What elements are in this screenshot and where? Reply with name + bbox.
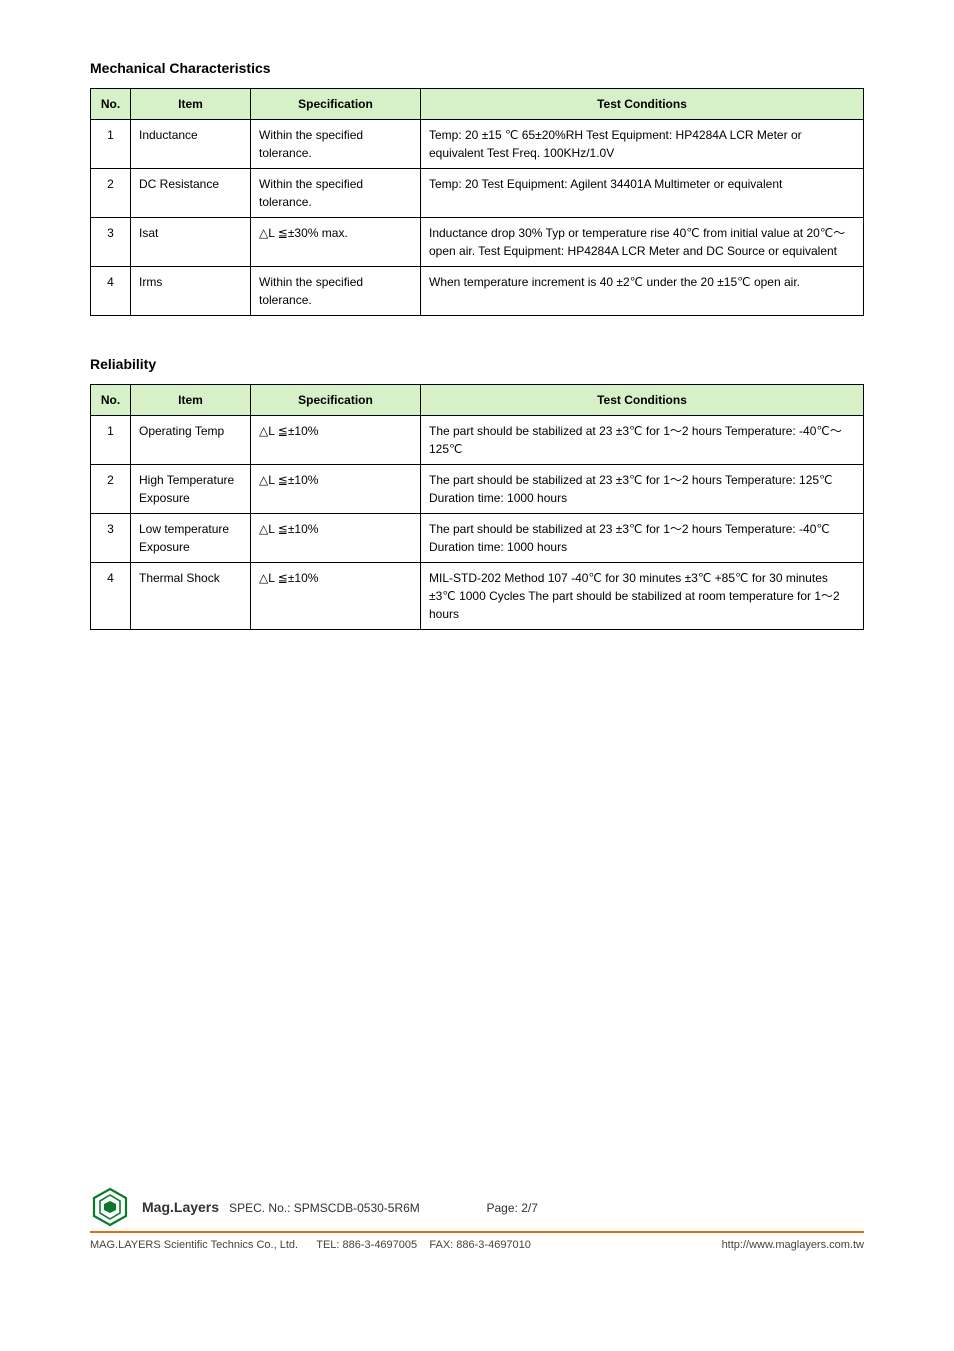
col-cond: Test Conditions — [421, 89, 864, 120]
table-row: 1 Operating Temp △L ≦±10% The part shoul… — [91, 416, 864, 465]
cell-no: 1 — [91, 416, 131, 465]
cell-no: 2 — [91, 169, 131, 218]
footer-logo-row: Mag.Layers SPEC. No.: SPMSCDB-0530-5R6M … — [90, 1187, 864, 1227]
cell-spec: △L ≦±10% — [251, 563, 421, 630]
cell-no: 2 — [91, 465, 131, 514]
col-no: No. — [91, 385, 131, 416]
cell-spec: Within the specified tolerance. — [251, 169, 421, 218]
cell-item: High Temperature Exposure — [131, 465, 251, 514]
table-row: 3 Isat △L ≦±30% max. Inductance drop 30%… — [91, 218, 864, 267]
cell-item: Irms — [131, 267, 251, 316]
cell-cond: MIL-STD-202 Method 107 -40℃ for 30 minut… — [421, 563, 864, 630]
page-label: Page: — [487, 1201, 518, 1215]
cell-item: Isat — [131, 218, 251, 267]
table-header-row: No. Item Specification Test Conditions — [91, 385, 864, 416]
spec-no-label: SPEC. No.: — [229, 1201, 290, 1215]
spec-no-value: SPMSCDB-0530-5R6M — [294, 1201, 420, 1215]
col-item: Item — [131, 89, 251, 120]
table-row: 3 Low temperature Exposure △L ≦±10% The … — [91, 514, 864, 563]
footer-text-block: Mag.Layers SPEC. No.: SPMSCDB-0530-5R6M … — [142, 1199, 538, 1215]
mechanical-table: No. Item Specification Test Conditions 1… — [90, 88, 864, 316]
table-row: 2 High Temperature Exposure △L ≦±10% The… — [91, 465, 864, 514]
brand-logo-icon — [90, 1187, 130, 1227]
cell-cond: The part should be stabilized at 23 ±3℃ … — [421, 465, 864, 514]
reliability-section: Reliability No. Item Specification Test … — [90, 356, 864, 630]
col-cond: Test Conditions — [421, 385, 864, 416]
table-row: 2 DC Resistance Within the specified tol… — [91, 169, 864, 218]
cell-no: 3 — [91, 218, 131, 267]
mechanical-section: Mechanical Characteristics No. Item Spec… — [90, 60, 864, 316]
cell-item: Low temperature Exposure — [131, 514, 251, 563]
cell-item: Thermal Shock — [131, 563, 251, 630]
cell-no: 4 — [91, 563, 131, 630]
page-value: 2/7 — [521, 1201, 538, 1215]
cell-spec: △L ≦±30% max. — [251, 218, 421, 267]
cell-item: DC Resistance — [131, 169, 251, 218]
footer: Mag.Layers SPEC. No.: SPMSCDB-0530-5R6M … — [90, 1187, 864, 1251]
reliability-table: No. Item Specification Test Conditions 1… — [90, 384, 864, 630]
website-url: http://www.maglayers.com.tw — [722, 1239, 864, 1251]
col-spec: Specification — [251, 385, 421, 416]
cell-item: Inductance — [131, 120, 251, 169]
cell-no: 1 — [91, 120, 131, 169]
tel-value: 886-3-4697005 — [343, 1239, 418, 1251]
table-row: 1 Inductance Within the specified tolera… — [91, 120, 864, 169]
brand-name: Mag.Layers — [142, 1199, 219, 1215]
fax-label: FAX: — [429, 1239, 453, 1251]
footer-divider — [90, 1231, 864, 1233]
cell-spec: Within the specified tolerance. — [251, 120, 421, 169]
reliability-title: Reliability — [90, 356, 864, 372]
cell-no: 3 — [91, 514, 131, 563]
footer-bar: MAG.LAYERS Scientific Technics Co., Ltd.… — [90, 1239, 864, 1251]
cell-spec: △L ≦±10% — [251, 416, 421, 465]
cell-spec: Within the specified tolerance. — [251, 267, 421, 316]
col-no: No. — [91, 89, 131, 120]
table-row: 4 Irms Within the specified tolerance. W… — [91, 267, 864, 316]
table-row: 4 Thermal Shock △L ≦±10% MIL-STD-202 Met… — [91, 563, 864, 630]
table-header-row: No. Item Specification Test Conditions — [91, 89, 864, 120]
col-item: Item — [131, 385, 251, 416]
cell-spec: △L ≦±10% — [251, 465, 421, 514]
tel-label: TEL: — [316, 1239, 339, 1251]
company-name: MAG.LAYERS Scientific Technics Co., Ltd. — [90, 1239, 298, 1251]
cell-cond: Inductance drop 30% Typ or temperature r… — [421, 218, 864, 267]
cell-item: Operating Temp — [131, 416, 251, 465]
cell-cond: Temp: 20 ±15 ℃ 65±20%RH Test Equipment: … — [421, 120, 864, 169]
cell-no: 4 — [91, 267, 131, 316]
cell-cond: The part should be stabilized at 23 ±3℃ … — [421, 514, 864, 563]
cell-cond: Temp: 20 Test Equipment: Agilent 34401A … — [421, 169, 864, 218]
cell-cond: The part should be stabilized at 23 ±3℃ … — [421, 416, 864, 465]
mechanical-title: Mechanical Characteristics — [90, 60, 864, 76]
cell-cond: When temperature increment is 40 ±2℃ und… — [421, 267, 864, 316]
col-spec: Specification — [251, 89, 421, 120]
fax-value: 886-3-4697010 — [456, 1239, 531, 1251]
cell-spec: △L ≦±10% — [251, 514, 421, 563]
